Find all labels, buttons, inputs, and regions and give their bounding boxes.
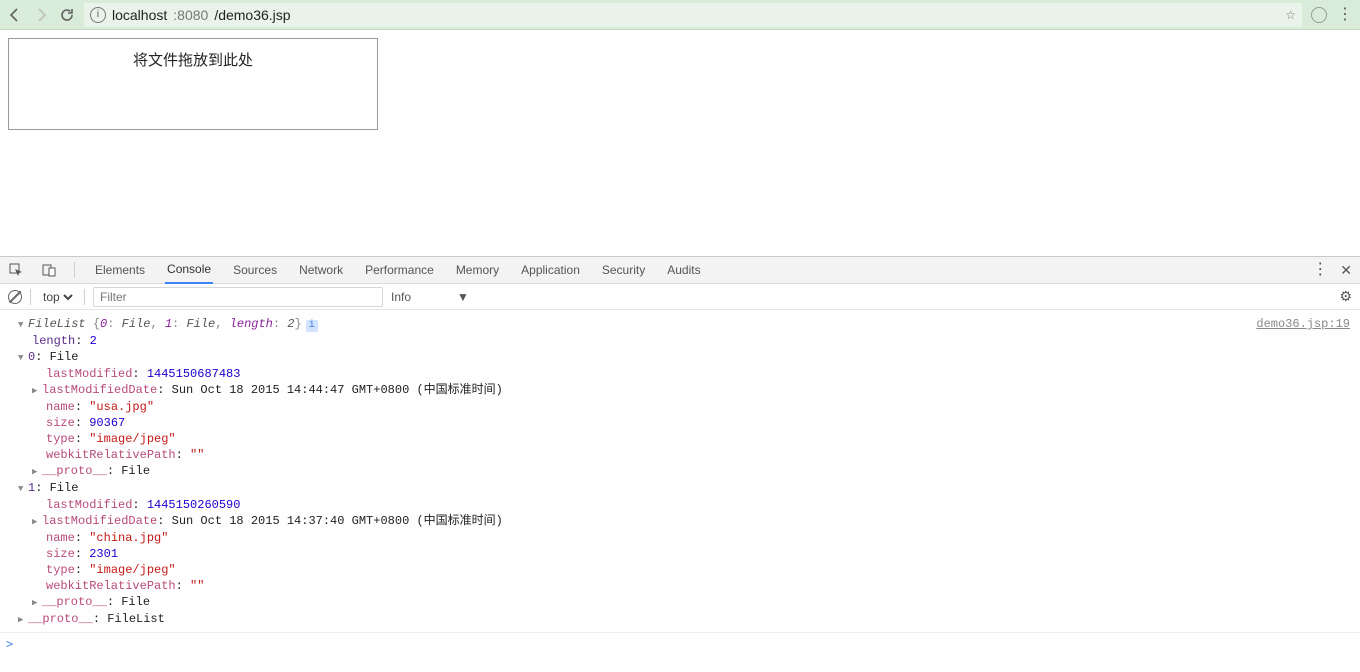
- console-row[interactable]: webkitRelativePath: "": [46, 447, 1356, 463]
- console-row[interactable]: __proto__: File: [32, 594, 1356, 611]
- console-toolbar: top Info ▼ ⚙: [0, 284, 1360, 310]
- devtools-panel: Elements Console Sources Network Perform…: [0, 256, 1360, 655]
- info-icon[interactable]: i: [306, 320, 318, 332]
- tab-application[interactable]: Application: [519, 257, 582, 284]
- console-row[interactable]: lastModifiedDate: Sun Oct 18 2015 14:37:…: [32, 513, 1356, 530]
- console-row[interactable]: size: 2301: [46, 546, 1356, 562]
- device-toggle-icon[interactable]: [41, 263, 56, 278]
- url-path: /demo36.jsp: [214, 7, 290, 23]
- console-row[interactable]: __proto__: FileList: [18, 611, 1356, 628]
- expand-toggle[interactable]: [32, 382, 42, 399]
- log-level-label[interactable]: Info: [391, 290, 411, 304]
- tab-performance[interactable]: Performance: [363, 257, 436, 284]
- tab-sources[interactable]: Sources: [231, 257, 279, 284]
- reload-button[interactable]: [58, 6, 76, 24]
- console-row[interactable]: webkitRelativePath: "": [46, 578, 1356, 594]
- console-row[interactable]: lastModified: 1445150687483: [46, 366, 1356, 382]
- console-row[interactable]: size: 90367: [46, 415, 1356, 431]
- expand-toggle[interactable]: [18, 349, 28, 366]
- separator: [30, 289, 31, 305]
- console-row[interactable]: name: "china.jpg": [46, 530, 1356, 546]
- bookmark-star-icon[interactable]: ☆: [1285, 8, 1296, 22]
- console-row[interactable]: type: "image/jpeg": [46, 562, 1356, 578]
- console-row[interactable]: lastModifiedDate: Sun Oct 18 2015 14:44:…: [32, 382, 1356, 399]
- globe-icon[interactable]: [1310, 6, 1328, 24]
- expand-toggle[interactable]: [18, 480, 28, 497]
- tab-network[interactable]: Network: [297, 257, 345, 284]
- separator: [84, 289, 85, 305]
- console-row[interactable]: lastModified: 1445150260590: [46, 497, 1356, 513]
- tab-console[interactable]: Console: [165, 257, 213, 284]
- console-row[interactable]: 1: File: [18, 480, 1356, 497]
- console-row[interactable]: FileList {0: File, 1: File, length: 2}i …: [4, 316, 1356, 333]
- expand-toggle[interactable]: [18, 316, 28, 333]
- forward-button[interactable]: [32, 6, 50, 24]
- devtools-menu-icon[interactable]: ⋮: [1312, 262, 1328, 278]
- expand-toggle[interactable]: [32, 513, 42, 530]
- devtools-tabs: Elements Console Sources Network Perform…: [0, 257, 1360, 284]
- tab-security[interactable]: Security: [600, 257, 647, 284]
- url-port: :8080: [173, 7, 208, 23]
- tab-audits[interactable]: Audits: [665, 257, 702, 284]
- chevron-down-icon[interactable]: ▼: [457, 290, 469, 304]
- devtools-close-icon[interactable]: ✕: [1340, 262, 1352, 279]
- console-row[interactable]: length: 2: [32, 333, 1356, 349]
- dropzone-label: 将文件拖放到此处: [133, 52, 253, 69]
- console-row[interactable]: type: "image/jpeg": [46, 431, 1356, 447]
- console-settings-icon[interactable]: ⚙: [1339, 288, 1352, 305]
- console-filter-input[interactable]: [93, 287, 383, 307]
- object-type: FileList: [28, 317, 86, 331]
- url-host: localhost: [112, 7, 167, 23]
- console-row[interactable]: name: "usa.jpg": [46, 399, 1356, 415]
- site-info-icon[interactable]: i: [90, 7, 106, 23]
- context-selector[interactable]: top: [39, 289, 76, 305]
- file-dropzone[interactable]: 将文件拖放到此处: [8, 38, 378, 130]
- console-row[interactable]: __proto__: File: [32, 463, 1356, 480]
- tab-memory[interactable]: Memory: [454, 257, 501, 284]
- tab-elements[interactable]: Elements: [93, 257, 147, 284]
- console-prompt[interactable]: >: [0, 632, 1360, 655]
- expand-toggle[interactable]: [18, 611, 28, 628]
- clear-console-icon[interactable]: [8, 290, 22, 304]
- address-bar[interactable]: i localhost :8080/demo36.jsp ☆: [84, 3, 1302, 27]
- console-row[interactable]: 0: File: [18, 349, 1356, 366]
- page-content: 将文件拖放到此处: [0, 30, 1360, 256]
- expand-toggle[interactable]: [32, 594, 42, 611]
- separator: [74, 262, 75, 278]
- back-button[interactable]: [6, 6, 24, 24]
- console-output: FileList {0: File, 1: File, length: 2}i …: [0, 310, 1360, 632]
- source-link[interactable]: demo36.jsp:19: [1256, 316, 1350, 333]
- expand-toggle[interactable]: [32, 463, 42, 480]
- browser-menu-icon[interactable]: ⋮: [1336, 6, 1354, 24]
- browser-toolbar: i localhost :8080/demo36.jsp ☆ ⋮: [0, 0, 1360, 30]
- inspect-icon[interactable]: [8, 263, 23, 278]
